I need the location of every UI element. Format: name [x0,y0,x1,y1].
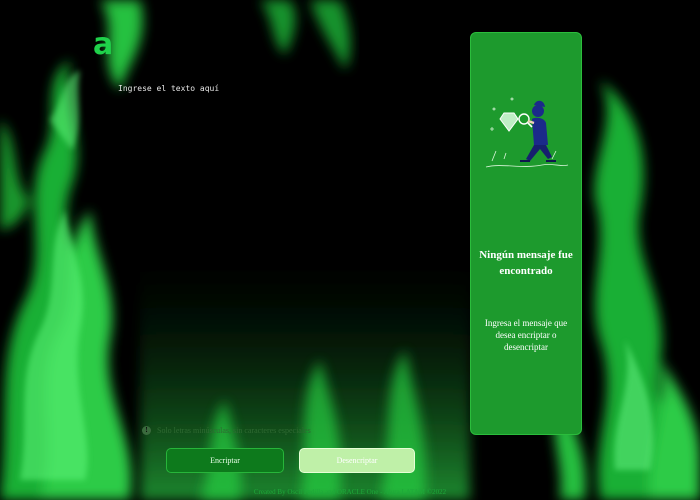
decrypt-button[interactable]: Desencriptar [299,448,415,473]
info-icon: ! [142,426,151,435]
encrypt-button[interactable]: Encriptar [166,448,284,473]
hint-text: Solo letras minúsculas, sin caracteres e… [157,426,311,435]
result-panel: Ningún mensaje fue encontrado Ingresa el… [470,32,582,435]
alura-logo[interactable]: a [93,30,113,60]
input-hint: ! Solo letras minúsculas, sin caracteres… [142,426,311,435]
message-input[interactable] [118,84,438,384]
footer-credits: Created By Oscil Padilla and ORACLE One … [253,488,447,496]
person-with-magnifier-illustration [485,97,569,168]
empty-result-title: Ningún mensaje fue encontrado [479,249,573,277]
empty-result-message: Ingresa el mensaje que desea encriptar o… [484,318,568,352]
